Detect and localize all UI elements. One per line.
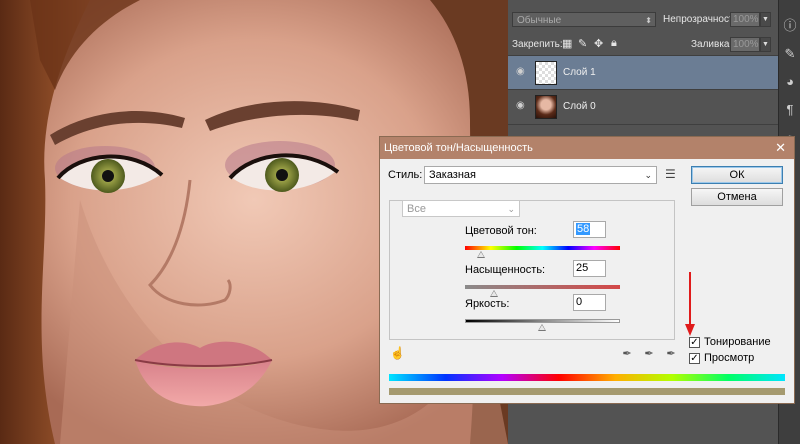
saturation-label: Насыщенность: <box>465 264 546 276</box>
chevron-down-icon: ⬍ <box>645 16 652 25</box>
lightness-label: Яркость: <box>465 298 510 310</box>
lock-pixels-icon[interactable]: ✎ <box>578 37 587 50</box>
style-value: Заказная <box>429 169 477 181</box>
chevron-down-icon: ⌄ <box>507 204 515 214</box>
dialog-titlebar[interactable]: Цветовой тон/Насыщенность ✕ <box>380 137 794 159</box>
hue-label: Цветовой тон: <box>465 225 537 237</box>
blend-mode-select[interactable]: Обычные ⬍ <box>512 12 656 27</box>
info-icon[interactable]: ⓘ <box>782 18 798 34</box>
layer-name[interactable]: Слой 1 <box>563 67 596 78</box>
chevron-down-icon: ⌄ <box>644 170 652 180</box>
fill-label: Заливка: <box>691 39 733 50</box>
lock-label: Закрепить: <box>512 39 563 50</box>
fill-dropdown-icon[interactable]: ▼ <box>760 37 771 52</box>
hue-saturation-dialog: Цветовой тон/Насыщенность ✕ Стиль: Заказ… <box>379 136 795 404</box>
fill-input[interactable]: 100% <box>730 37 760 52</box>
eye-icon[interactable]: ◉ <box>516 66 526 77</box>
hue-slider-track[interactable] <box>465 246 620 250</box>
result-color-bar <box>389 388 785 395</box>
style-select[interactable]: Заказная ⌄ <box>424 166 657 184</box>
opacity-dropdown-icon[interactable]: ▼ <box>760 12 771 27</box>
eyedropper-icon[interactable]: ✒ <box>620 347 634 361</box>
eyedropper-minus-icon[interactable]: ✒ <box>664 347 678 361</box>
style-label: Стиль: <box>388 169 423 181</box>
cancel-button[interactable]: Отмена <box>691 188 783 206</box>
layer-row-1[interactable]: ◉ Слой 1 <box>508 55 778 90</box>
dialog-title: Цветовой тон/Насыщенность <box>384 142 533 154</box>
layer-thumbnail <box>535 61 557 85</box>
lock-all-icon[interactable]: 🔒︎ <box>611 37 617 50</box>
red-arrow-icon <box>685 272 695 336</box>
layer-name[interactable]: Слой 0 <box>563 101 596 112</box>
opacity-input[interactable]: 100% <box>730 12 760 27</box>
channel-value: Все <box>407 203 426 215</box>
preview-checkbox[interactable]: ✓ <box>689 353 700 364</box>
brush-icon[interactable]: ✎ <box>782 46 798 62</box>
text-icon[interactable]: ¶ <box>782 102 798 118</box>
lock-position-icon[interactable]: ✥ <box>594 37 603 50</box>
palette-icon[interactable]: ◕ <box>782 74 798 90</box>
hue-input[interactable]: 58 <box>573 221 606 238</box>
adjustment-group: Все ⌄ Цветовой тон: 58 Насыщенность: 25 … <box>389 200 675 340</box>
channel-select[interactable]: Все ⌄ <box>402 200 520 217</box>
lightness-input[interactable]: 0 <box>573 294 606 311</box>
layer-row-0[interactable]: ◉ Слой 0 <box>508 89 778 125</box>
saturation-slider-handle[interactable] <box>490 290 498 297</box>
hue-slider-handle[interactable] <box>477 251 485 258</box>
saturation-slider-track[interactable] <box>465 285 620 289</box>
ok-button[interactable]: ОК <box>691 166 783 184</box>
close-icon[interactable]: ✕ <box>775 140 786 156</box>
layer-thumbnail <box>535 95 557 119</box>
lock-transparent-icon[interactable]: ▦ <box>562 37 572 50</box>
preset-menu-icon[interactable]: ☰ <box>665 167 676 181</box>
eyedropper-plus-icon[interactable]: ✒ <box>642 347 656 361</box>
source-color-bar <box>389 374 785 381</box>
hue-value: 58 <box>576 223 591 235</box>
targeted-adjustment-icon[interactable]: ☝ <box>390 346 405 360</box>
saturation-input[interactable]: 25 <box>573 260 606 277</box>
lightness-slider-handle[interactable] <box>538 324 546 331</box>
blend-mode-value: Обычные <box>517 15 562 26</box>
eye-icon[interactable]: ◉ <box>516 100 526 111</box>
lightness-slider-track[interactable] <box>465 319 620 323</box>
colorize-label: Тонирование <box>704 336 771 348</box>
preview-label: Просмотр <box>704 352 755 364</box>
